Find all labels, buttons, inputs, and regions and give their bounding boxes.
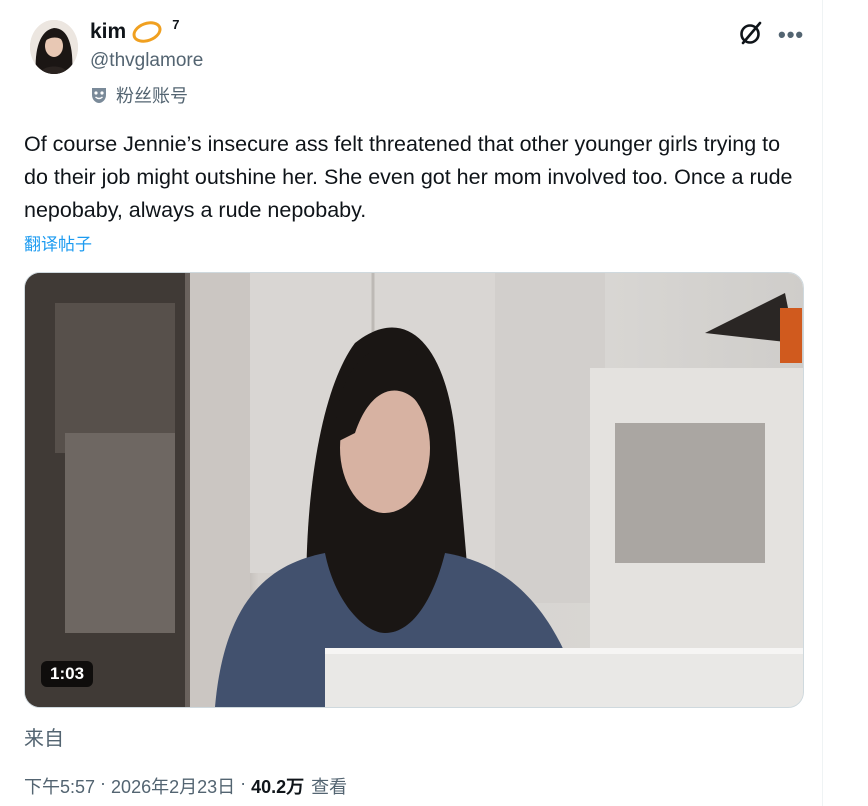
theater-mask-icon xyxy=(92,88,106,103)
tweet-time[interactable]: 下午5:57 xyxy=(24,773,95,799)
tweet-meta: 下午5:57 · 2026年2月23日 · 40.2万 查看 xyxy=(24,773,347,799)
video-player[interactable]: 1:03 xyxy=(24,272,804,708)
more-options-icon[interactable]: ••• xyxy=(778,22,804,48)
orange-ring-icon xyxy=(129,17,165,47)
views-gap xyxy=(304,773,311,799)
translate-post-link[interactable]: 翻译帖子 xyxy=(24,230,92,255)
source-label: 来自 xyxy=(24,728,64,750)
avatar[interactable] xyxy=(30,20,78,74)
tweet-date[interactable]: 2026年2月23日 xyxy=(111,773,235,799)
fan-account-label: 粉丝账号 xyxy=(90,82,188,108)
avatar-photo-icon xyxy=(30,20,78,74)
name-superscript: 7 xyxy=(172,16,180,32)
tweet-text: Of course Jennie’s insecure ass felt thr… xyxy=(24,132,793,222)
grok-icon[interactable] xyxy=(738,20,764,46)
display-name[interactable]: kim 7 xyxy=(90,16,180,47)
views-label: 查看 xyxy=(311,777,348,797)
views-count: 40.2万 xyxy=(251,777,305,797)
column-divider xyxy=(822,0,823,806)
meta-separator-2: · xyxy=(235,773,252,793)
user-handle[interactable]: @thvglamore xyxy=(90,50,203,72)
video-thumbnail xyxy=(25,273,803,707)
meta-separator: · xyxy=(95,773,112,793)
display-name-text[interactable]: kim xyxy=(90,20,126,44)
fan-account-text: 粉丝账号 xyxy=(116,86,188,106)
video-duration-badge: 1:03 xyxy=(41,661,94,687)
